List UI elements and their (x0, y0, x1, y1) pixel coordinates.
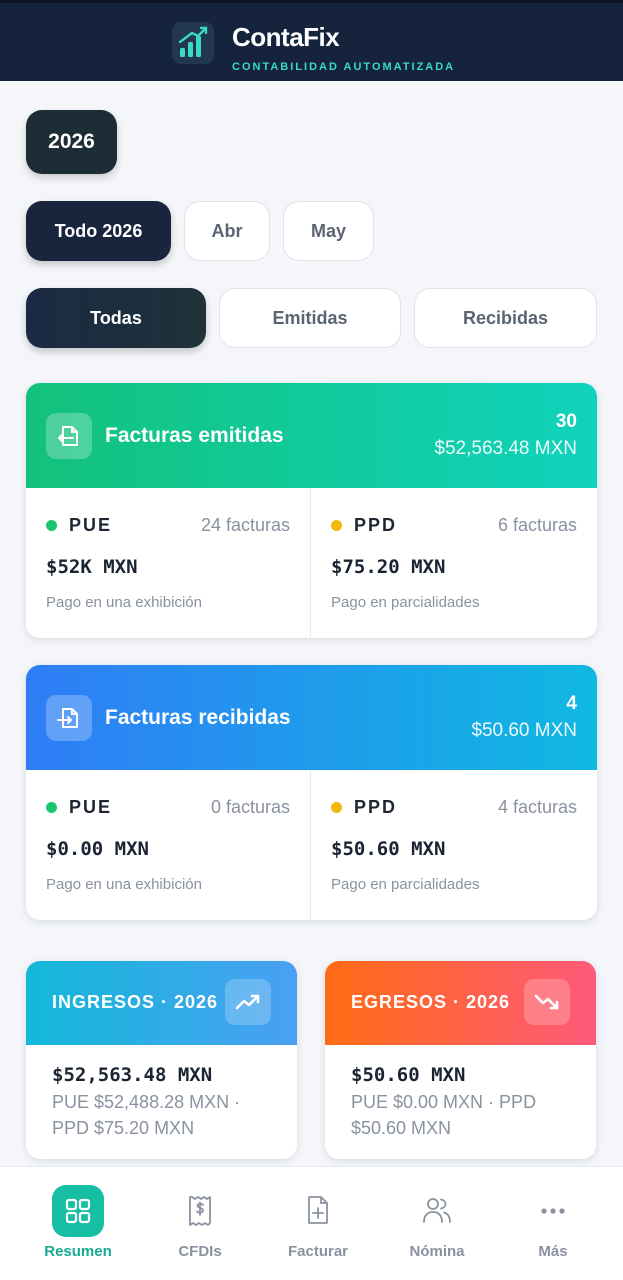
brand-name: ContaFix (232, 22, 340, 52)
nav-label: CFDIs (178, 1243, 222, 1260)
trending-up-icon (225, 979, 271, 1025)
more-dots-icon (527, 1185, 579, 1237)
recibidas-pue-panel[interactable]: PUE 0 facturas $0.00 MXN Pago en una exh… (26, 770, 311, 920)
bottom-navigation: Resumen CFDIs Facturar Nómina Más (0, 1166, 623, 1280)
pue-amount: $0.00 MXN (46, 838, 149, 860)
pue-description: Pago en una exhibición (46, 876, 202, 893)
type-tab-emitidas[interactable]: Emitidas (219, 288, 401, 348)
ingresos-detail: PUE $52,488.28 MXN · PPD $75.20 MXN (52, 1092, 241, 1138)
period-tab-todo[interactable]: Todo 2026 (26, 201, 171, 261)
egresos-card-header: EGRESOS · 2026 (325, 961, 596, 1045)
bar-chart-growth-icon (172, 22, 214, 64)
file-import-icon (46, 695, 92, 741)
nav-item-mas[interactable]: Más (491, 1167, 615, 1280)
period-tab-abr[interactable]: Abr (184, 201, 270, 261)
pue-amount: $52K MXN (46, 556, 138, 578)
brand-tagline: CONTABILIDAD AUTOMATIZADA (232, 61, 456, 73)
nav-item-nomina[interactable]: Nómina (375, 1167, 499, 1280)
year-selector-button[interactable]: 2026 (26, 110, 117, 174)
recibidas-count: 4 (566, 693, 577, 714)
nav-label: Nómina (409, 1243, 465, 1260)
nav-label: Más (538, 1243, 568, 1260)
ingresos-card-header: INGRESOS · 2026 (26, 961, 297, 1045)
receipt-dollar-icon (174, 1185, 226, 1237)
pue-count: 24 facturas (200, 515, 290, 535)
nav-item-cfdis[interactable]: CFDIs (138, 1167, 262, 1280)
app-header: ContaFix CONTABILIDAD AUTOMATIZADA (0, 0, 623, 81)
nav-label: Facturar (287, 1243, 349, 1260)
recibidas-card-header: Facturas recibidas 4 $50.60 MXN (26, 665, 597, 770)
ingresos-amount: $52,563.48 MXN (52, 1064, 213, 1086)
egresos-amount: $50.60 MXN (351, 1064, 466, 1086)
ppd-amount: $75.20 MXN (331, 556, 446, 578)
ppd-description: Pago en parcialidades (331, 594, 480, 611)
pue-label: PUE (69, 515, 113, 535)
pue-label: PUE (69, 797, 113, 817)
pue-count: 0 facturas (210, 797, 290, 817)
nav-item-facturar[interactable]: Facturar (256, 1167, 380, 1280)
recibidas-card[interactable]: Facturas recibidas 4 $50.60 MXN PUE 0 fa… (26, 665, 597, 920)
ppd-description: Pago en parcialidades (331, 876, 480, 893)
type-tab-recibidas[interactable]: Recibidas (414, 288, 597, 348)
emitidas-title: Facturas emitidas (105, 424, 284, 447)
file-export-icon (46, 413, 92, 459)
nav-label: Resumen (44, 1243, 112, 1260)
period-tab-may[interactable]: May (283, 201, 374, 261)
ingresos-title: INGRESOS · 2026 (52, 992, 219, 1012)
emitidas-count: 30 (555, 411, 577, 432)
pue-status-dot (46, 802, 57, 813)
emitidas-pue-panel[interactable]: PUE 24 facturas $52K MXN Pago en una exh… (26, 488, 311, 638)
file-plus-icon (292, 1185, 344, 1237)
emitidas-card[interactable]: Facturas emitidas 30 $52,563.48 MXN PUE … (26, 383, 597, 638)
ingresos-card[interactable]: INGRESOS · 2026 $52,563.48 MXN PUE $52,4… (26, 961, 297, 1159)
emitidas-ppd-panel[interactable]: PPD 6 facturas $75.20 MXN Pago en parcia… (311, 488, 597, 638)
type-tab-todas[interactable]: Todas (26, 288, 206, 348)
ppd-label: PPD (354, 515, 398, 535)
ppd-label: PPD (354, 797, 398, 817)
egresos-title: EGRESOS · 2026 (351, 992, 511, 1012)
dashboard-grid-icon (52, 1185, 104, 1237)
pue-status-dot (46, 520, 57, 531)
ppd-status-dot (331, 520, 342, 531)
ppd-count: 6 facturas (497, 515, 577, 535)
emitidas-card-header: Facturas emitidas 30 $52,563.48 MXN (26, 383, 597, 488)
emitidas-total: $52,563.48 MXN (434, 438, 577, 459)
recibidas-total: $50.60 MXN (471, 720, 577, 741)
recibidas-title: Facturas recibidas (105, 706, 291, 729)
pue-description: Pago en una exhibición (46, 594, 202, 611)
nav-item-resumen[interactable]: Resumen (16, 1167, 140, 1280)
ppd-amount: $50.60 MXN (331, 838, 446, 860)
ppd-count: 4 facturas (497, 797, 577, 817)
egresos-card[interactable]: EGRESOS · 2026 $50.60 MXN PUE $0.00 MXN … (325, 961, 596, 1159)
ppd-status-dot (331, 802, 342, 813)
trending-down-icon (524, 979, 570, 1025)
users-icon (411, 1185, 463, 1237)
egresos-detail: PUE $0.00 MXN · PPD $50.60 MXN (351, 1092, 537, 1138)
recibidas-ppd-panel[interactable]: PPD 4 facturas $50.60 MXN Pago en parcia… (311, 770, 597, 920)
